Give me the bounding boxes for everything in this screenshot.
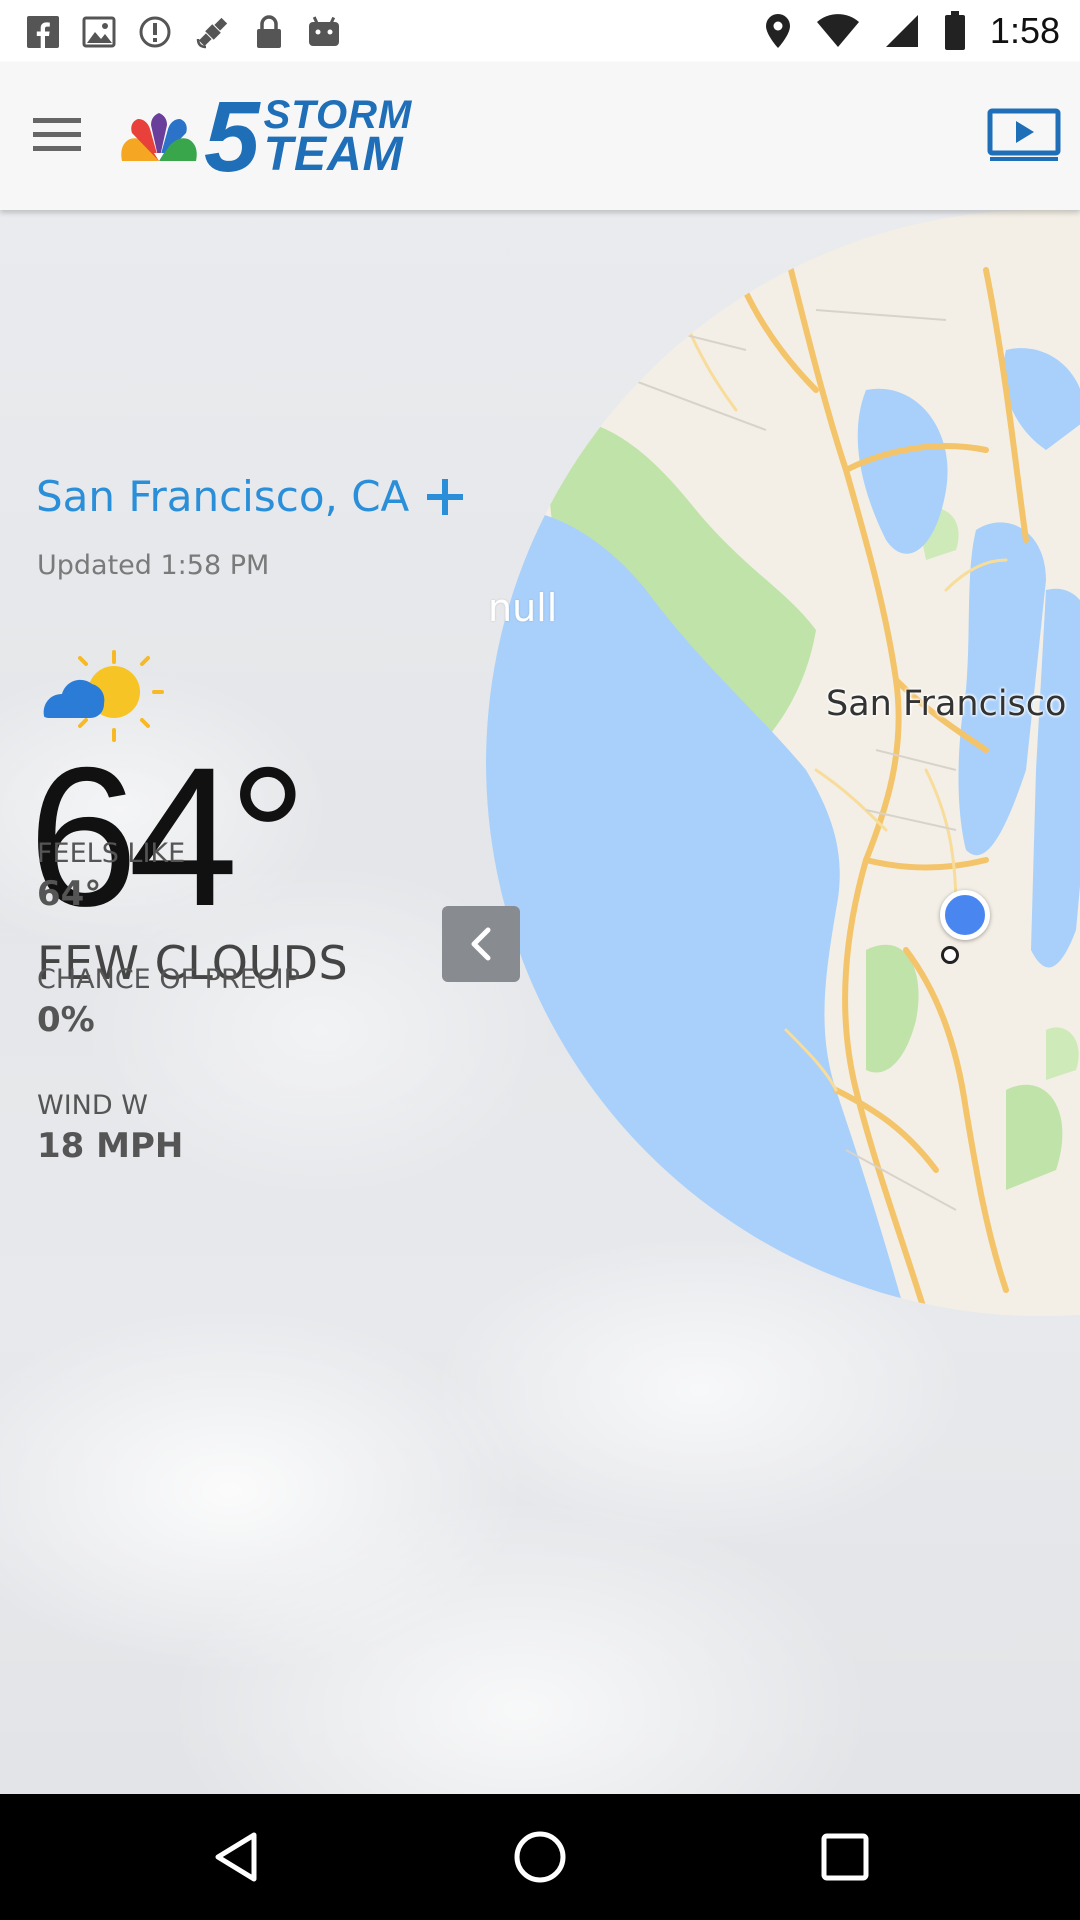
feels-like-label: FEELS LIKE bbox=[37, 838, 186, 869]
battery-icon bbox=[944, 11, 965, 50]
recents-button[interactable] bbox=[815, 1827, 875, 1887]
location-name[interactable]: San Francisco, CA bbox=[36, 472, 409, 521]
precip-value: 0% bbox=[37, 1000, 95, 1040]
add-location-button[interactable] bbox=[423, 475, 467, 519]
back-icon bbox=[215, 1832, 257, 1882]
menu-button[interactable] bbox=[22, 102, 92, 166]
updated-time: Updated 1:58 PM bbox=[37, 550, 270, 581]
home-button[interactable] bbox=[510, 1827, 570, 1887]
menu-icon-bar bbox=[33, 145, 81, 151]
plus-icon bbox=[427, 478, 464, 515]
image-icon bbox=[82, 16, 116, 48]
current-location-marker[interactable] bbox=[940, 890, 990, 940]
lock-icon bbox=[257, 15, 281, 48]
menu-icon-bar bbox=[33, 131, 81, 137]
status-icons-right: 1:58 bbox=[764, 8, 1060, 54]
null-label: null bbox=[488, 586, 558, 630]
app-header: 5 STORM TEAM bbox=[0, 62, 1080, 210]
collapse-map-button[interactable] bbox=[442, 906, 520, 982]
signal-icon bbox=[885, 15, 918, 47]
map-city-label: San Francisco bbox=[826, 684, 1067, 724]
android-icon bbox=[309, 16, 339, 46]
chevron-left-icon bbox=[471, 927, 491, 961]
home-icon bbox=[514, 1831, 566, 1883]
status-icons-left bbox=[26, 12, 342, 52]
brand-line2: TEAM bbox=[263, 128, 404, 182]
brand-logo: 5 STORM TEAM bbox=[118, 87, 413, 187]
status-time: 1:58 bbox=[989, 10, 1060, 51]
sync-icon bbox=[139, 16, 171, 48]
map-pin-icon bbox=[941, 946, 959, 964]
video-button[interactable] bbox=[984, 104, 1064, 166]
feels-like-value: 64° bbox=[37, 874, 102, 914]
peacock-icon bbox=[121, 113, 197, 161]
weather-panel: San Francisco null San Francisco, CA Upd… bbox=[0, 210, 1080, 1794]
location-row: San Francisco, CA bbox=[36, 472, 467, 521]
wind-value: 18 MPH bbox=[37, 1126, 184, 1166]
menu-icon-bar bbox=[33, 117, 81, 123]
facebook-icon bbox=[27, 16, 59, 48]
status-bar: 1:58 bbox=[0, 0, 1080, 62]
brand-words: STORM TEAM bbox=[263, 95, 413, 182]
system-nav-bar bbox=[0, 1794, 1080, 1920]
back-button[interactable] bbox=[206, 1827, 266, 1887]
precip-label: CHANCE OF PRECIP bbox=[37, 964, 300, 995]
play-video-icon bbox=[987, 108, 1061, 161]
brand-number: 5 bbox=[204, 81, 260, 193]
satellite-icon bbox=[196, 17, 228, 49]
wifi-icon bbox=[816, 14, 859, 47]
recents-icon bbox=[821, 1833, 869, 1881]
wind-label: WIND W bbox=[37, 1090, 148, 1121]
location-icon bbox=[765, 14, 790, 48]
